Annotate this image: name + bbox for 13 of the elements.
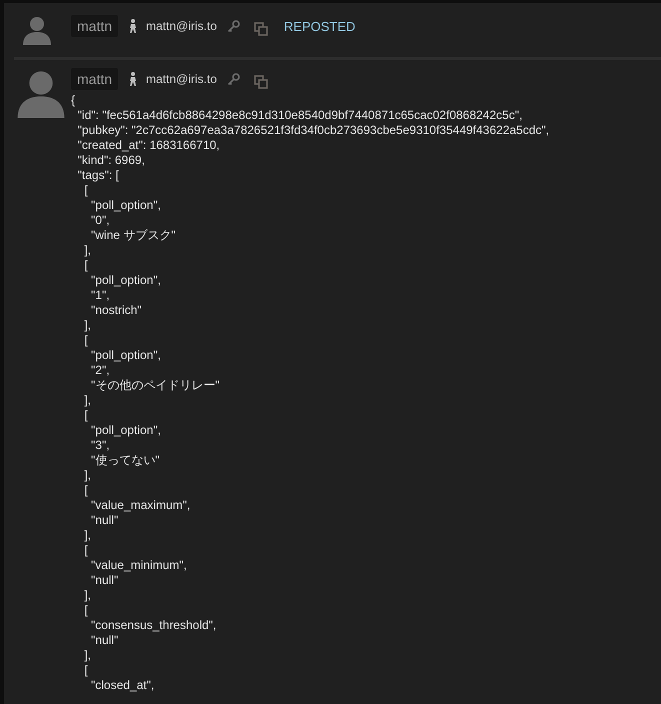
key-icon bbox=[226, 20, 240, 32]
post-content: { "id": "fec561a4d6fcb8864298e8c91d310e8540d9bf7440871c65cac02f0868242c5c", "pubkey": "2c7cc62a697ea3a7826521f3fd34f0cb273693cbe5e9310f35449f43622a5cdc", "created_at": 1683166710, "kind": 6969, "tags": [ [ "poll_option", "0", "wine サブスク" ], [ "poll_option", "1", "nostrich" ], [ "poll_option", "2", "その他のペイドリレー" ], [ "poll_option", "3", "使ってない" ], [ "value_maximum", "null" ], [ "value_minimum", "null" ], [ "consensus_threshold", "null" ], [ "closed_at", bbox=[71, 93, 550, 693]
author-address: mattn@iris.to bbox=[146, 72, 217, 86]
copy-icon[interactable] bbox=[254, 22, 268, 36]
author-name[interactable]: mattn bbox=[71, 68, 118, 90]
key-icon bbox=[226, 72, 240, 86]
repost-label: REPOSTED bbox=[284, 18, 356, 34]
copy-icon[interactable] bbox=[254, 75, 268, 89]
person-icon bbox=[128, 72, 138, 86]
avatar-icon bbox=[22, 15, 52, 45]
author-address: mattn@iris.to bbox=[146, 19, 217, 33]
author-name[interactable]: mattn bbox=[71, 15, 118, 37]
person-icon bbox=[128, 18, 138, 34]
